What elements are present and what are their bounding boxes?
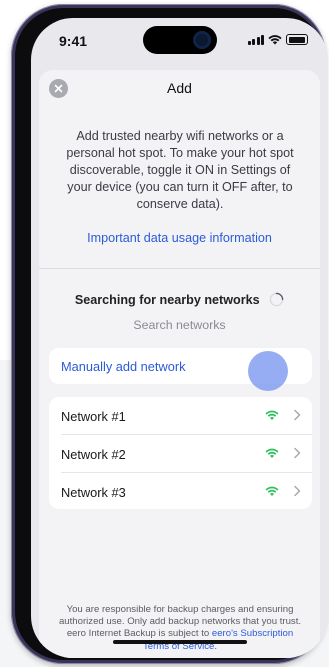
sheet-header: Add xyxy=(39,70,320,112)
important-data-usage-link[interactable]: Important data usage information xyxy=(39,231,320,245)
network-name: Network #3 xyxy=(61,485,126,500)
instructions-text: Add trusted nearby wifi networks or a pe… xyxy=(66,129,294,211)
wifi-full-icon xyxy=(265,486,279,496)
chevron-right-icon xyxy=(294,409,301,421)
search-networks-label: Search networks xyxy=(133,318,226,332)
network-list: Network #1 Network #2 Network #3 xyxy=(49,397,312,509)
cellular-signal-icon xyxy=(247,35,264,45)
dynamic-island xyxy=(143,26,217,54)
backup-disclaimer: You are responsible for backup charges a… xyxy=(55,604,305,653)
manually-add-network-label: Manually add network xyxy=(61,359,186,374)
wifi-status-icon xyxy=(268,35,282,45)
network-name: Network #2 xyxy=(61,447,126,462)
network-name: Network #1 xyxy=(61,409,126,424)
status-icons xyxy=(247,34,308,45)
status-bar: 9:41 xyxy=(31,18,328,62)
chevron-right-icon xyxy=(294,447,301,459)
home-indicator[interactable] xyxy=(113,640,247,644)
chevron-right-icon xyxy=(294,485,301,497)
wifi-full-icon xyxy=(265,410,279,420)
status-time: 9:41 xyxy=(59,33,88,49)
list-item[interactable]: Network #1 xyxy=(49,397,312,434)
page-title: Add xyxy=(167,80,192,96)
touch-indicator xyxy=(248,351,288,391)
phone-screen: 9:41 Add Add trusted nearby wifi network… xyxy=(31,18,328,658)
camera-icon xyxy=(193,31,211,49)
searching-label: Searching for nearby networks xyxy=(74,293,260,307)
section-divider xyxy=(39,268,320,269)
list-item[interactable]: Network #2 xyxy=(49,435,312,472)
wifi-full-icon xyxy=(265,448,279,458)
battery-icon xyxy=(286,34,308,45)
phone-frame: 9:41 Add Add trusted nearby wifi network… xyxy=(11,4,328,664)
list-item[interactable]: Network #3 xyxy=(49,473,312,510)
searching-status: Searching for nearby networks xyxy=(39,292,320,307)
loading-spinner-icon xyxy=(269,292,284,307)
